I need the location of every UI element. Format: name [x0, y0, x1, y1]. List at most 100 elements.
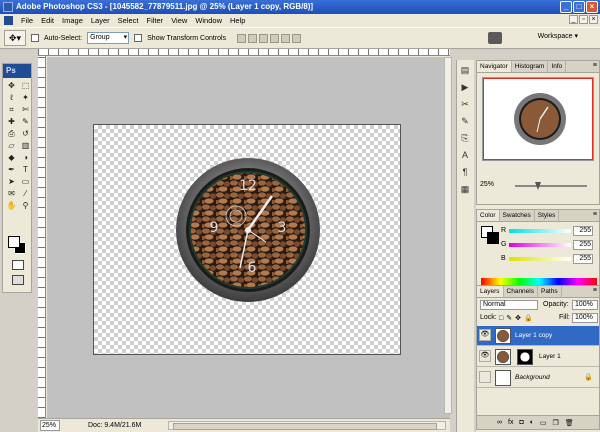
brushes-icon[interactable]: ✎: [458, 114, 472, 128]
tab-swatches[interactable]: Swatches: [500, 210, 535, 221]
layers-panel-menu-icon[interactable]: ≡: [593, 287, 597, 294]
paragraph-icon[interactable]: ¶: [458, 165, 472, 179]
blur-icon[interactable]: ◆: [5, 152, 18, 163]
bridge-icon[interactable]: [488, 32, 502, 44]
doc-size-info[interactable]: Doc: 9.4M/21.6M: [88, 419, 141, 432]
clone-source-icon[interactable]: ⎘: [458, 131, 472, 145]
history-brush-icon[interactable]: ↺: [19, 128, 32, 139]
green-slider[interactable]: [509, 243, 571, 247]
layer-row[interactable]: 👁 Layer 1 copy: [477, 326, 599, 346]
minimize-button[interactable]: _: [560, 1, 572, 13]
horizontal-scrollbar[interactable]: [168, 421, 446, 430]
show-transform-checkbox[interactable]: [134, 34, 143, 42]
canvas-area[interactable]: 12 9 3 6: [47, 57, 450, 418]
visibility-eye-icon[interactable]: 👁: [479, 329, 491, 341]
auto-select-dropdown[interactable]: Group: [87, 32, 130, 44]
doc-close-button[interactable]: ×: [589, 15, 598, 24]
red-slider[interactable]: [509, 229, 571, 233]
character-icon[interactable]: A: [458, 148, 472, 162]
menu-window[interactable]: Window: [195, 16, 222, 25]
new-layer-icon[interactable]: ❐: [553, 419, 559, 427]
tab-color[interactable]: Color: [477, 210, 500, 221]
foreground-color-swatch[interactable]: [8, 236, 20, 248]
menu-file[interactable]: File: [21, 16, 33, 25]
marquee-icon[interactable]: ⬚: [19, 80, 32, 91]
slice-icon[interactable]: ✄: [19, 104, 32, 115]
hand-icon[interactable]: ✋: [5, 200, 18, 211]
tab-layers[interactable]: Layers: [477, 286, 504, 297]
new-group-icon[interactable]: ▭: [540, 419, 547, 427]
gradient-icon[interactable]: ▥: [19, 140, 32, 151]
workspace-button[interactable]: Workspace ▾: [538, 32, 578, 40]
menu-layer[interactable]: Layer: [91, 16, 110, 25]
blend-mode-dropdown[interactable]: Normal: [480, 300, 538, 310]
menu-edit[interactable]: Edit: [41, 16, 54, 25]
stamp-icon[interactable]: ⎙: [5, 128, 18, 139]
delete-layer-icon[interactable]: 🗑: [565, 419, 574, 427]
auto-select-checkbox[interactable]: [31, 34, 39, 42]
actions-icon[interactable]: ▶: [458, 80, 472, 94]
green-value[interactable]: 255: [573, 240, 593, 250]
menu-filter[interactable]: Filter: [147, 16, 164, 25]
doc-restore-button[interactable]: ▫: [579, 15, 588, 24]
shape-icon[interactable]: ▭: [19, 176, 32, 187]
align-bottom-icon[interactable]: [259, 33, 269, 43]
doc-minimize-button[interactable]: _: [569, 15, 578, 24]
navigator-slider-thumb[interactable]: [535, 182, 541, 190]
tool-preset-picker[interactable]: ✥▾: [4, 30, 26, 46]
align-top-icon[interactable]: [237, 33, 247, 43]
layer-style-icon[interactable]: fx: [508, 419, 513, 426]
maximize-button[interactable]: □: [573, 1, 585, 13]
notes-icon[interactable]: ✉: [5, 188, 18, 199]
close-button[interactable]: ×: [586, 1, 598, 13]
eraser-icon[interactable]: ▱: [5, 140, 18, 151]
tab-styles[interactable]: Styles: [535, 210, 560, 221]
layer-comps-icon[interactable]: ▦: [458, 182, 472, 196]
move-icon[interactable]: ✥: [5, 80, 18, 91]
tab-histogram[interactable]: Histogram: [512, 61, 549, 72]
panel-menu-icon[interactable]: ≡: [593, 62, 597, 69]
layer-row[interactable]: Background 🔒: [477, 368, 599, 388]
path-select-icon[interactable]: ➤: [5, 176, 18, 187]
vertical-scrollbar[interactable]: [444, 57, 452, 414]
tab-info[interactable]: Info: [548, 61, 567, 72]
tab-paths[interactable]: Paths: [538, 286, 562, 297]
vertical-ruler[interactable]: [38, 56, 46, 418]
history-icon[interactable]: ▤: [458, 63, 472, 77]
brush-icon[interactable]: ✎: [19, 116, 32, 127]
visibility-eye-icon[interactable]: 👁: [479, 350, 491, 362]
type-icon[interactable]: T: [19, 164, 32, 175]
menu-view[interactable]: View: [171, 16, 187, 25]
lock-icons[interactable]: □✎✥🔒: [499, 314, 536, 322]
add-mask-icon[interactable]: ◘: [519, 419, 523, 426]
blue-slider[interactable]: [509, 257, 571, 261]
tool-presets-icon[interactable]: ✂: [458, 97, 472, 111]
menu-image[interactable]: Image: [62, 16, 83, 25]
link-layers-icon[interactable]: ∞: [497, 419, 502, 426]
align-right-icon[interactable]: [292, 33, 302, 43]
menu-help[interactable]: Help: [230, 16, 245, 25]
quick-mask-button[interactable]: [12, 260, 24, 270]
pen-icon[interactable]: ✒: [5, 164, 18, 175]
align-center-icon[interactable]: [281, 33, 291, 43]
status-zoom-field[interactable]: 25%: [40, 420, 60, 431]
navigator-zoom-value[interactable]: 25%: [480, 181, 494, 188]
lasso-icon[interactable]: ℓ: [5, 92, 18, 103]
navigator-zoom-slider[interactable]: [515, 182, 587, 190]
blue-value[interactable]: 255: [573, 254, 593, 264]
align-middle-icon[interactable]: [248, 33, 258, 43]
tab-navigator[interactable]: Navigator: [477, 61, 512, 72]
healing-icon[interactable]: ✚: [5, 116, 18, 127]
tab-channels[interactable]: Channels: [504, 286, 538, 297]
layer-mask-thumbnail[interactable]: [517, 349, 533, 365]
horizontal-ruler[interactable]: [38, 49, 450, 56]
adjustment-layer-icon[interactable]: ◐: [530, 419, 534, 426]
align-left-icon[interactable]: [270, 33, 280, 43]
layer-row[interactable]: 👁 Layer 1: [477, 347, 599, 367]
color-bg-swatch[interactable]: [487, 232, 499, 244]
dodge-icon[interactable]: ◑: [19, 152, 32, 163]
magic-wand-icon[interactable]: ✦: [19, 92, 32, 103]
visibility-eye-icon[interactable]: [479, 371, 491, 383]
navigator-preview[interactable]: [482, 77, 594, 161]
fill-field[interactable]: 100%: [572, 313, 598, 323]
